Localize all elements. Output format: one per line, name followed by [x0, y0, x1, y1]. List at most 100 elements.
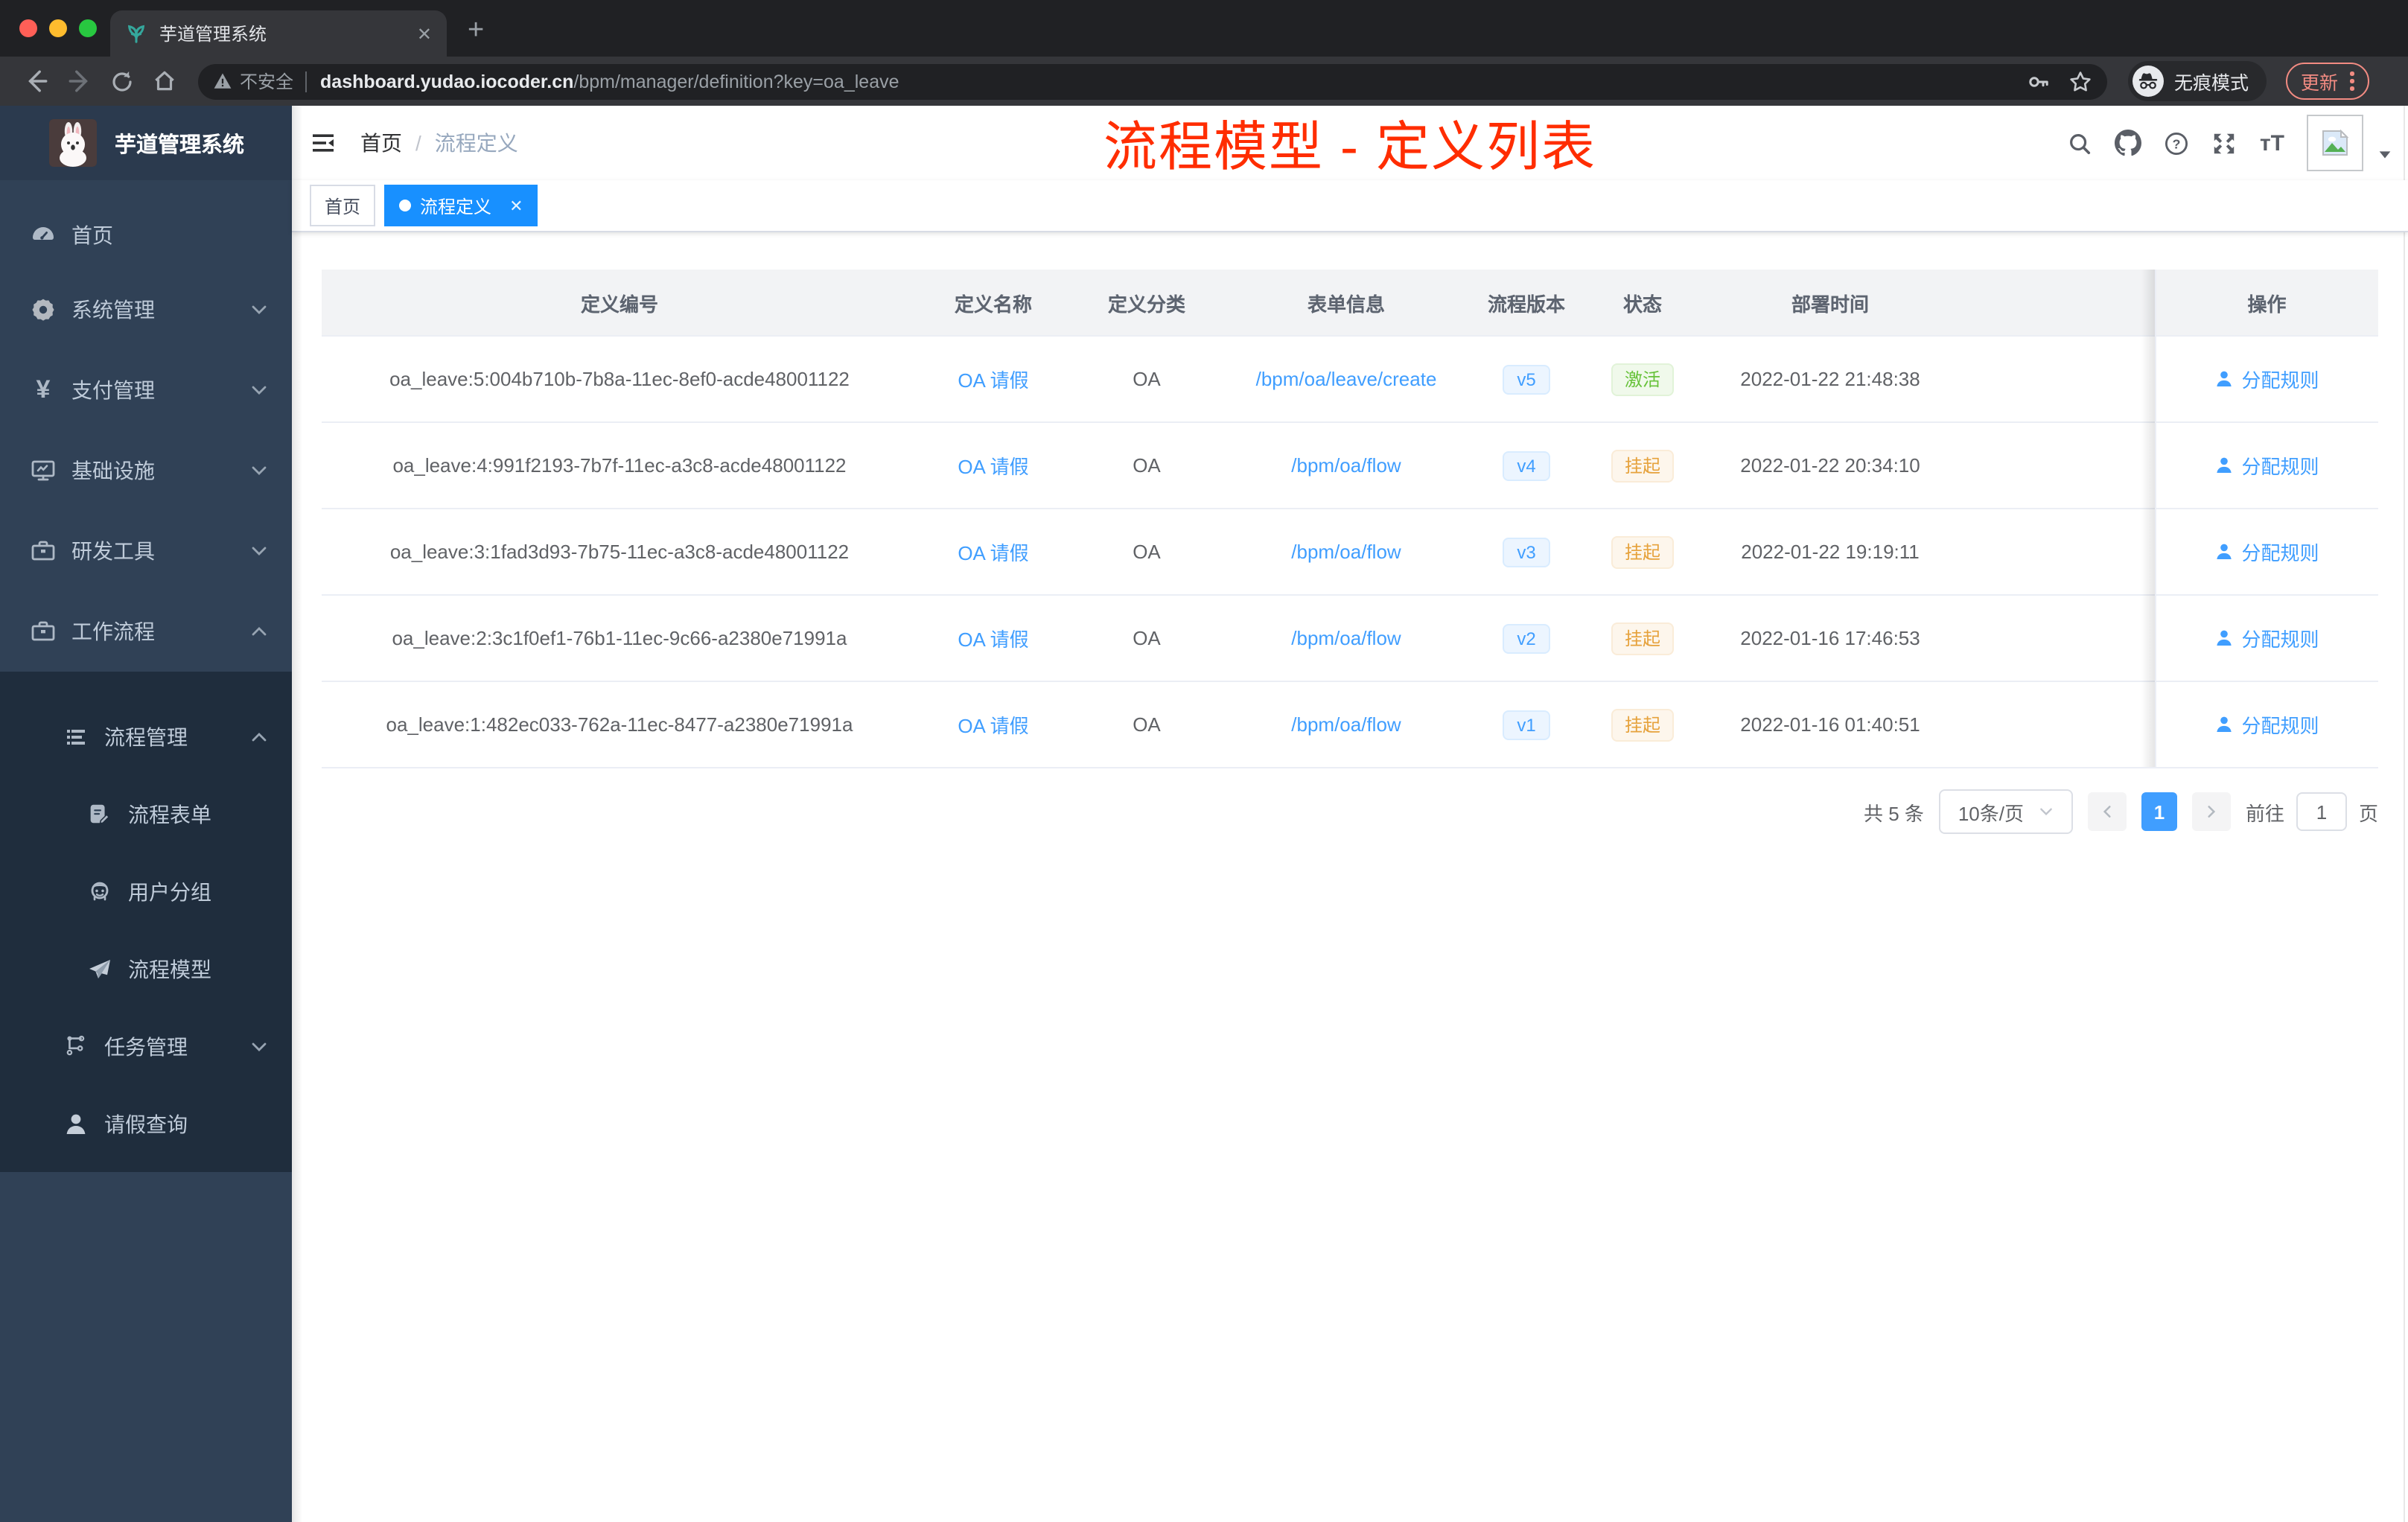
form-info-link[interactable]: /bpm/oa/leave/create — [1256, 368, 1437, 390]
status-badge: 挂起 — [1611, 622, 1674, 655]
tag-process-definition[interactable]: 流程定义 ✕ — [384, 185, 538, 226]
tag-home[interactable]: 首页 — [310, 185, 376, 226]
definition-name-link[interactable]: OA 请假 — [958, 628, 1028, 651]
cell-deploy-time: 2022-01-16 17:46:53 — [1701, 595, 1960, 682]
sidebar-item-user-group[interactable]: 用户分组 — [0, 853, 292, 931]
definition-name-link[interactable]: OA 请假 — [958, 369, 1028, 392]
tree-icon — [63, 1034, 89, 1060]
version-badge: v4 — [1502, 450, 1551, 480]
sidebar-item-process-model[interactable]: 流程模型 — [0, 931, 292, 1008]
definition-name-link[interactable]: OA 请假 — [958, 456, 1028, 478]
security-label: 不安全 — [240, 71, 294, 92]
definition-name-link[interactable]: OA 请假 — [958, 542, 1028, 564]
sidebar-item-infra[interactable]: 基础设施 — [0, 430, 292, 511]
bookmark-star-icon[interactable] — [2068, 69, 2092, 93]
help-icon[interactable]: ? — [2165, 130, 2190, 156]
browser-menu-icon[interactable] — [2350, 71, 2354, 91]
breadcrumb-home[interactable]: 首页 — [360, 128, 402, 158]
github-icon[interactable] — [2115, 130, 2142, 156]
app-title: 芋道管理系统 — [115, 133, 244, 157]
goto-page-input[interactable] — [2296, 792, 2347, 831]
macos-traffic-lights[interactable] — [19, 19, 97, 37]
person-icon — [63, 1111, 89, 1138]
forward-button[interactable] — [67, 69, 92, 94]
sidebar-item-devtools[interactable]: 研发工具 — [0, 511, 292, 591]
next-page-button[interactable] — [2191, 792, 2231, 831]
sidebar-item-pay[interactable]: ¥ 支付管理 — [0, 350, 292, 430]
definition-name-link[interactable]: OA 请假 — [958, 715, 1028, 737]
home-button[interactable] — [152, 69, 177, 94]
table-row: oa_leave:4:991f2193-7b7f-11ec-a3c8-acde4… — [322, 422, 2378, 509]
new-tab-button[interactable]: + — [468, 15, 484, 48]
form-info-link[interactable]: /bpm/oa/flow — [1291, 713, 1401, 736]
yen-icon: ¥ — [36, 375, 51, 404]
sidebar-item-process-form[interactable]: 流程表单 — [0, 776, 292, 853]
search-icon[interactable] — [2068, 130, 2093, 156]
close-window-button[interactable] — [19, 19, 37, 37]
browser-tab[interactable]: 芋道管理系统 ✕ — [110, 10, 447, 57]
cell-category: OA — [1069, 681, 1224, 768]
page-size-select[interactable]: 10条/页 — [1938, 789, 2073, 834]
url-bar[interactable]: 不安全 dashboard.yudao.iocoder.cn/bpm/manag… — [198, 63, 2107, 99]
key-icon[interactable] — [2027, 69, 2051, 93]
list-icon — [63, 724, 89, 751]
current-page-button[interactable]: 1 — [2141, 792, 2177, 831]
tab-title: 芋道管理系统 — [159, 24, 267, 45]
sidebar-item-task-mgmt[interactable]: 任务管理 — [0, 1008, 292, 1086]
tab-close-icon[interactable]: ✕ — [417, 25, 432, 42]
browser-toolbar: 不安全 dashboard.yudao.iocoder.cn/bpm/manag… — [0, 57, 2408, 106]
sidebar-item-label: 流程表单 — [128, 803, 211, 827]
url-divider — [305, 71, 308, 92]
app-logo-row[interactable]: 芋道管理系统 — [0, 106, 292, 180]
table-header-row: 定义编号 定义名称 定义分类 表单信息 流程版本 状态 部署时间 操作 — [322, 270, 2378, 337]
svg-text:?: ? — [2173, 136, 2181, 150]
user-avatar[interactable] — [2307, 115, 2363, 171]
assign-rule-button[interactable]: 分配规则 — [2214, 710, 2319, 739]
cell-deploy-time: 2022-01-22 20:34:10 — [1701, 422, 1960, 509]
fullscreen-icon[interactable] — [2212, 130, 2237, 156]
browser-update-button[interactable]: 更新 — [2286, 63, 2369, 100]
assign-rule-button[interactable]: 分配规则 — [2214, 538, 2319, 566]
sidebar-fold-icon[interactable] — [310, 130, 337, 156]
incognito-badge: 无痕模式 — [2128, 61, 2267, 101]
people-icon — [86, 879, 113, 905]
cell-deploy-time: 2022-01-22 19:19:11 — [1701, 509, 1960, 596]
form-info-link[interactable]: /bpm/oa/flow — [1291, 627, 1401, 649]
cell-deploy-time: 2022-01-22 21:48:38 — [1701, 336, 1960, 423]
form-info-link[interactable]: /bpm/oa/flow — [1291, 541, 1401, 563]
definition-table: 定义编号 定义名称 定义分类 表单信息 流程版本 状态 部署时间 操作 oa_l… — [322, 270, 2378, 768]
tag-close-icon[interactable]: ✕ — [509, 196, 523, 215]
minimize-window-button[interactable] — [49, 19, 67, 37]
breadcrumb-current: 流程定义 — [434, 131, 518, 155]
form-edit-icon — [86, 801, 113, 828]
prev-page-button[interactable] — [2087, 792, 2127, 831]
sidebar-item-workflow[interactable]: 工作流程 — [0, 591, 292, 672]
sidebar-item-process-mgmt[interactable]: 流程管理 — [0, 698, 292, 776]
chevron-up-icon — [250, 623, 268, 640]
table-row: oa_leave:3:1fad3d93-7b75-11ec-a3c8-acde4… — [322, 509, 2378, 596]
col-status: 状态 — [1584, 270, 1701, 337]
caret-down-icon[interactable] — [2377, 145, 2393, 162]
sidebar-item-label: 首页 — [71, 223, 113, 247]
zoom-window-button[interactable] — [79, 19, 97, 37]
tag-label: 首页 — [325, 196, 361, 217]
breadcrumb: 首页 / 流程定义 — [360, 128, 518, 158]
font-size-icon[interactable]: ᴛT — [2260, 130, 2284, 156]
sidebar-item-leave-query[interactable]: 请假查询 — [0, 1086, 292, 1163]
form-info-link[interactable]: /bpm/oa/flow — [1291, 454, 1401, 477]
back-button[interactable] — [24, 69, 49, 94]
cell-category: OA — [1069, 509, 1224, 596]
sidebar-item-system[interactable]: 系统管理 — [0, 270, 292, 350]
assign-rule-button[interactable]: 分配规则 — [2214, 624, 2319, 652]
table-row: oa_leave:1:482ec033-762a-11ec-8477-a2380… — [322, 681, 2378, 768]
col-operation: 操作 — [2154, 270, 2378, 337]
screenshot-root: 芋道管理系统 ✕ + 不安全 dashboard.yudao.iocoder.c… — [0, 0, 2408, 1522]
assign-rule-button[interactable]: 分配规则 — [2214, 365, 2319, 393]
reload-button[interactable] — [110, 69, 134, 93]
cell-definition-id: oa_leave:2:3c1f0ef1-76b1-11ec-9c66-a2380… — [322, 595, 917, 682]
app-header: 首页 / 流程定义 流程模型 - 定义列表 ? ᴛT — [292, 106, 2408, 180]
sidebar-item-home[interactable]: 首页 — [0, 201, 292, 270]
assign-rule-button[interactable]: 分配规则 — [2214, 451, 2319, 480]
version-badge: v1 — [1502, 710, 1551, 739]
workflow-submenu: 流程管理 流程表单 用户分组 流程模型 任务管理 请假查询 — [0, 672, 292, 1172]
